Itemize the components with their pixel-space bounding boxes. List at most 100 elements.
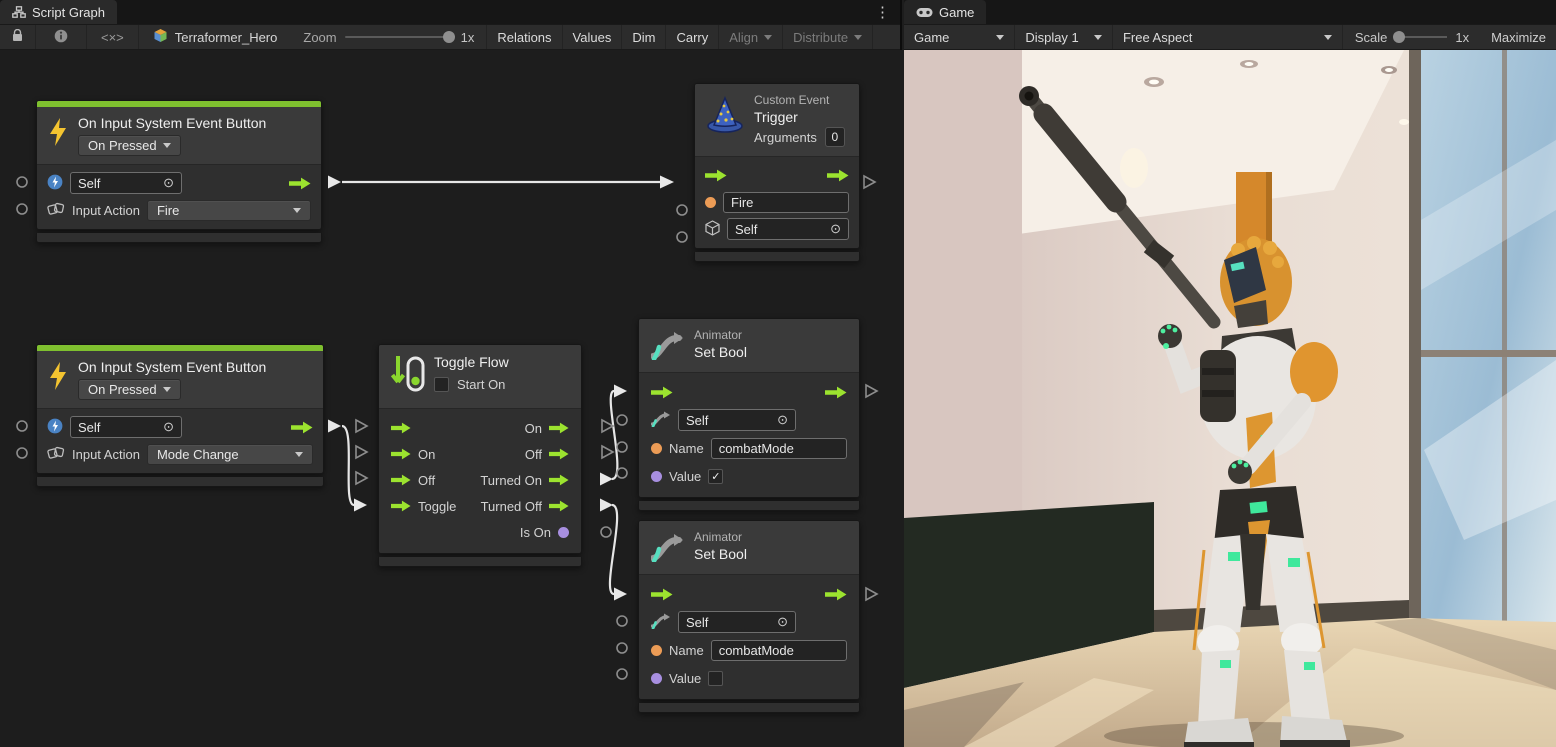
target-picker-icon[interactable]: ⊙: [163, 175, 174, 191]
flow-out-arrow[interactable]: [289, 177, 311, 190]
lock-button[interactable]: [0, 25, 36, 49]
port-trigger-name[interactable]: [677, 205, 687, 215]
flow-out-arrow[interactable]: [825, 588, 847, 601]
on-in-arrow[interactable]: [391, 448, 411, 460]
toggle-in-arrow[interactable]: [391, 500, 411, 512]
maximize-button[interactable]: Maximize: [1481, 25, 1556, 49]
flow-in-arrow[interactable]: [651, 386, 673, 399]
node-set-bool-on[interactable]: Animator Set Bool: [638, 318, 860, 511]
port-event-fire-self[interactable]: [17, 177, 27, 187]
target-picker-icon[interactable]: ⊙: [777, 412, 788, 428]
node-toggle-flow[interactable]: Toggle Flow Start On On: [378, 344, 582, 567]
tab-script-graph[interactable]: Script Graph: [0, 0, 117, 24]
aspect-ratio-dropdown[interactable]: Free Aspect: [1113, 25, 1343, 49]
value-checkbox[interactable]: [708, 671, 723, 686]
port-event-fire-action[interactable]: [17, 204, 27, 214]
string-port-dot[interactable]: [705, 197, 716, 208]
bool-port-dot[interactable]: [651, 471, 662, 482]
node-event-mode-change[interactable]: On Input System Event Button On Pressed: [36, 344, 324, 487]
wire-mode-to-toggle[interactable]: [342, 426, 354, 505]
scale-slider-knob[interactable]: [1393, 31, 1405, 43]
port-setbool1-name[interactable]: [617, 442, 627, 452]
port-flow-out-event-fire[interactable]: [328, 176, 341, 189]
is-on-port-dot[interactable]: [558, 527, 569, 538]
port-toggle-ison-out[interactable]: [601, 527, 611, 537]
flow-in-arrow[interactable]: [391, 422, 411, 434]
input-action-dropdown[interactable]: Fire: [147, 200, 311, 221]
on-out-arrow[interactable]: [549, 422, 569, 434]
port-toggle-on-out[interactable]: [602, 420, 613, 432]
value-checkbox[interactable]: ✓: [708, 469, 723, 484]
off-in-arrow[interactable]: [391, 474, 411, 486]
port-setbool2-value[interactable]: [617, 669, 627, 679]
port-setbool1-value[interactable]: [617, 468, 627, 478]
flow-in-arrow[interactable]: [705, 169, 727, 182]
arguments-count-field[interactable]: 0: [825, 127, 845, 147]
input-action-dropdown[interactable]: Mode Change: [147, 444, 313, 465]
target-picker-icon[interactable]: ⊙: [830, 221, 841, 237]
self-target-field[interactable]: Self ⊙: [678, 611, 796, 633]
flow-out-arrow[interactable]: [291, 421, 313, 434]
trigger-mode-dropdown[interactable]: On Pressed: [78, 135, 181, 156]
string-port-dot[interactable]: [651, 443, 662, 454]
port-setbool1-self[interactable]: [617, 415, 627, 425]
wire-turnedon-to-setbool[interactable]: [611, 391, 618, 479]
off-out-arrow[interactable]: [549, 448, 569, 460]
zoom-slider[interactable]: [345, 36, 453, 38]
start-on-checkbox[interactable]: [434, 377, 449, 392]
port-toggle-off-in[interactable]: [356, 472, 367, 484]
port-setbool2-flow-out[interactable]: [866, 588, 877, 600]
parameter-name-field[interactable]: combatMode: [711, 438, 847, 459]
display-dropdown[interactable]: Display 1: [1015, 25, 1113, 49]
port-turned-off-connected[interactable]: [600, 499, 613, 512]
panel-menu-icon[interactable]: ⋮: [865, 3, 900, 21]
graph-canvas[interactable]: On Input System Event Button On Pressed: [0, 50, 902, 747]
self-target-field[interactable]: Self ⊙: [70, 172, 182, 194]
port-event-mode-self[interactable]: [17, 421, 27, 431]
node-event-fire[interactable]: On Input System Event Button On Pressed: [36, 100, 322, 243]
self-target-field[interactable]: Self ⊙: [678, 409, 796, 431]
port-setbool2-flow-in[interactable]: [614, 588, 627, 601]
zoom-slider-knob[interactable]: [443, 31, 455, 43]
port-setbool1-flow-in[interactable]: [614, 385, 627, 398]
port-turned-on-connected[interactable]: [600, 473, 613, 486]
port-toggle-flow-in[interactable]: [356, 420, 367, 432]
node-custom-event-trigger[interactable]: Custom Event Trigger Arguments 0: [694, 83, 860, 262]
port-toggle-in-connected[interactable]: [354, 499, 367, 512]
port-toggle-off-out[interactable]: [602, 446, 613, 458]
port-toggle-on-in[interactable]: [356, 446, 367, 458]
dim-button[interactable]: Dim: [622, 25, 666, 49]
node-set-bool-off[interactable]: Animator Set Bool: [638, 520, 860, 713]
self-target-field[interactable]: Self ⊙: [70, 416, 182, 438]
port-trigger-flow-out[interactable]: [864, 176, 875, 188]
self-target-field[interactable]: Self ⊙: [727, 218, 849, 240]
flow-out-arrow[interactable]: [827, 169, 849, 182]
scale-slider[interactable]: [1395, 36, 1447, 38]
port-flow-out-event-mode[interactable]: [328, 420, 341, 433]
trigger-mode-dropdown[interactable]: On Pressed: [78, 379, 181, 400]
game-viewport[interactable]: [904, 50, 1556, 747]
target-picker-icon[interactable]: ⊙: [163, 419, 174, 435]
target-picker-icon[interactable]: ⊙: [777, 614, 788, 630]
distribute-dropdown[interactable]: Distribute: [783, 25, 873, 49]
flow-in-arrow[interactable]: [651, 588, 673, 601]
port-setbool1-flow-out[interactable]: [866, 385, 877, 397]
turned-off-out-arrow[interactable]: [549, 500, 569, 512]
game-mode-dropdown[interactable]: Game: [904, 25, 1015, 49]
wire-turnedoff-to-setbool[interactable]: [610, 505, 617, 594]
flow-out-arrow[interactable]: [825, 386, 847, 399]
port-event-mode-action[interactable]: [17, 448, 27, 458]
port-setbool2-name[interactable]: [617, 643, 627, 653]
bool-port-dot[interactable]: [651, 673, 662, 684]
values-button[interactable]: Values: [563, 25, 623, 49]
parameter-name-field[interactable]: combatMode: [711, 640, 847, 661]
graph-asset-chip[interactable]: Terraformer_Hero: [139, 25, 292, 49]
tab-game[interactable]: Game: [904, 0, 986, 24]
turned-on-out-arrow[interactable]: [549, 474, 569, 486]
relations-button[interactable]: Relations: [486, 25, 562, 49]
graph-inspector-button[interactable]: [36, 25, 87, 49]
align-dropdown[interactable]: Align: [719, 25, 783, 49]
port-trigger-target[interactable]: [677, 232, 687, 242]
string-port-dot[interactable]: [651, 645, 662, 656]
variables-button[interactable]: <×>: [87, 25, 139, 49]
